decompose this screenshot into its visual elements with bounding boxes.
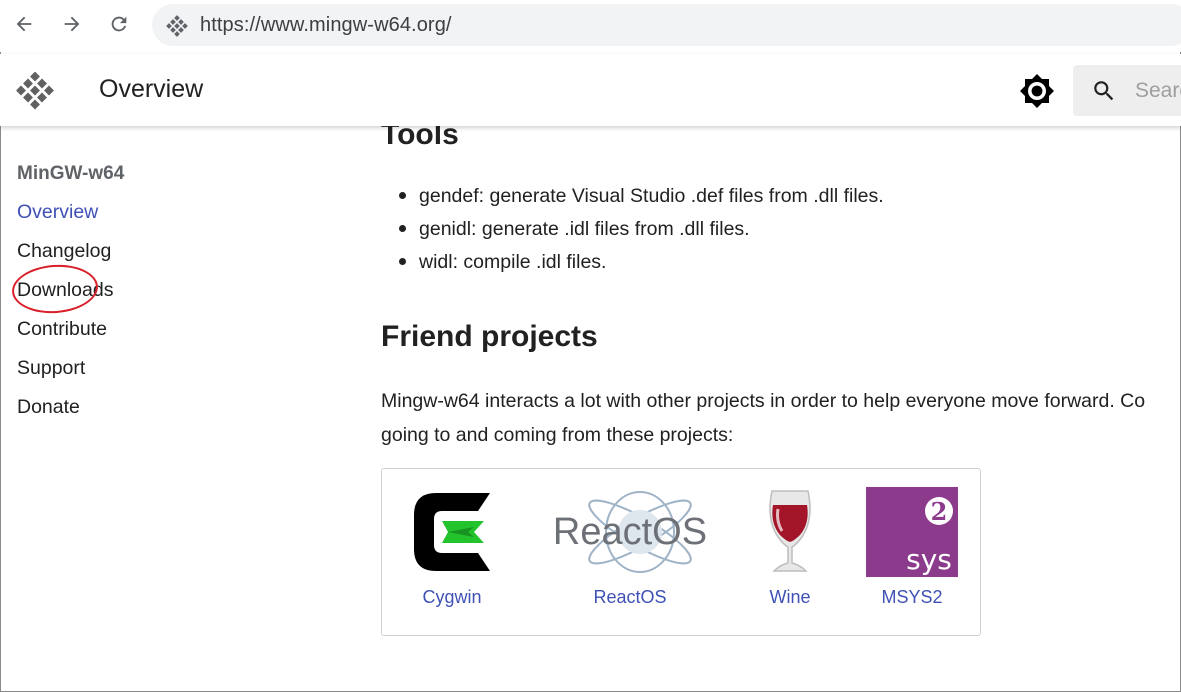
site-favicon-icon — [166, 15, 188, 37]
friend-projects-heading: Friend projects — [381, 320, 598, 353]
project-wine[interactable]: Wine — [760, 487, 820, 608]
brightness-toggle-icon[interactable] — [1019, 73, 1055, 109]
reload-icon — [111, 16, 127, 32]
back-button[interactable] — [6, 6, 42, 42]
sidebar-item-donate[interactable]: Donate — [17, 395, 257, 434]
friend-projects-description: Mingw-w64 interacts a lot with other pro… — [381, 384, 1181, 452]
sidebar-heading: MinGW-w64 — [17, 163, 125, 184]
msys2-logo-subscript: sys — [906, 543, 952, 576]
address-bar[interactable]: https://www.mingw-w64.org/ — [152, 4, 1181, 46]
msys2-logo-icon: 2 sys — [866, 487, 958, 577]
description-line-2: going to and coming from these projects: — [381, 424, 734, 446]
reload-button[interactable] — [101, 6, 137, 42]
search-box[interactable] — [1073, 65, 1181, 116]
sidebar-item-overview[interactable]: Overview — [17, 200, 257, 239]
description-line-1: Mingw-w64 interacts a lot with other pro… — [381, 390, 1146, 412]
search-input[interactable] — [1135, 77, 1181, 105]
sidebar-item-contribute[interactable]: Contribute — [17, 317, 257, 356]
project-cygwin[interactable]: Cygwin — [408, 487, 496, 608]
reactos-logo-text: ReactOS — [553, 511, 707, 553]
project-label[interactable]: MSYS2 — [865, 587, 959, 608]
forward-button[interactable] — [54, 6, 90, 42]
cygwin-logo-icon — [414, 493, 490, 571]
mingw-logo-icon[interactable] — [16, 72, 54, 110]
reactos-logo-icon: ReactOS — [553, 491, 707, 573]
msys2-logo-superscript: 2 — [931, 497, 948, 526]
project-label[interactable]: Wine — [760, 587, 820, 608]
list-item: genidl: generate .idl files from .dll fi… — [399, 217, 884, 250]
project-msys2[interactable]: 2 sys MSYS2 — [865, 487, 959, 608]
back-arrow-icon — [16, 16, 32, 32]
list-item: gendef: generate Visual Studio .def file… — [399, 184, 884, 217]
wine-glass-icon — [769, 490, 811, 572]
url-text[interactable]: https://www.mingw-w64.org/ — [200, 14, 452, 37]
project-label[interactable]: ReactOS — [550, 587, 710, 608]
page-title: Overview — [99, 75, 204, 103]
forward-arrow-icon — [64, 16, 80, 32]
search-icon — [1094, 81, 1114, 101]
browser-toolbar: https://www.mingw-w64.org/ — [0, 0, 1181, 52]
list-item: widl: compile .idl files. — [399, 250, 884, 283]
tools-list: gendef: generate Visual Studio .def file… — [381, 184, 884, 283]
site-header: Overview — [0, 54, 1181, 126]
friend-projects-box: Cygwin ReactOS ReactOS Wine 2 sys MSYS2 — [381, 468, 981, 636]
project-label[interactable]: Cygwin — [408, 587, 496, 608]
sidebar-item-support[interactable]: Support — [17, 356, 257, 395]
project-reactos[interactable]: ReactOS ReactOS — [550, 487, 710, 608]
